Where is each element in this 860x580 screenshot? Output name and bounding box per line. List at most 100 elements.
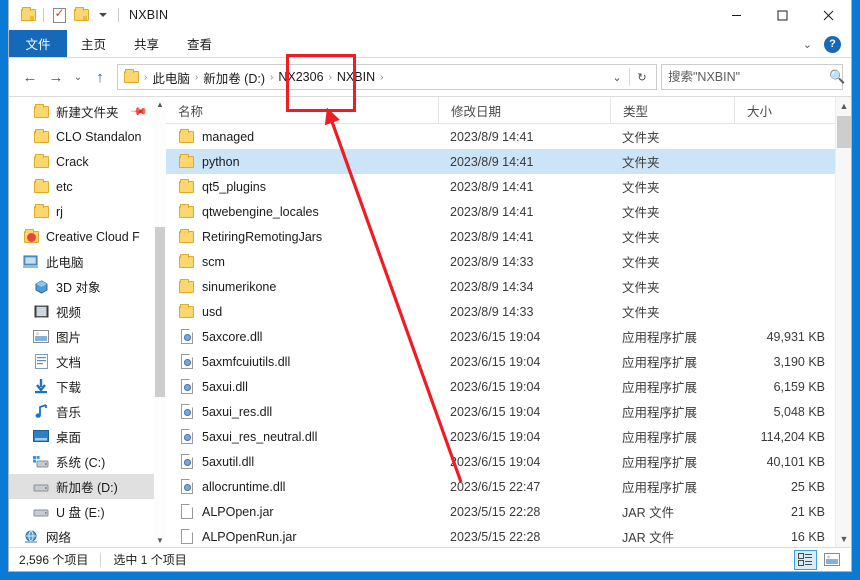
sidebar-item-[interactable]: 文档 (9, 349, 166, 374)
file-type-cell: JAR 文件 (622, 506, 675, 520)
file-name-label: ALPOpenRun.jar (202, 529, 297, 544)
maximize-button[interactable] (759, 0, 805, 30)
sidebar-item-rj[interactable]: rj (9, 199, 166, 224)
minimize-button[interactable] (713, 0, 759, 30)
file-row[interactable]: 5axui.dll 2023/6/15 19:04 应用程序扩展 6,159 KB (166, 374, 851, 399)
file-type-cell: 应用程序扩展 (622, 356, 698, 370)
sidebar-item-[interactable]: 新建文件夹 📌 (9, 99, 166, 124)
navigation-tree: 新建文件夹 📌 CLO Standalon Crack etc rj Creative Cl… (9, 97, 166, 547)
sidebar-item-[interactable]: 网络 (9, 524, 166, 547)
breadcrumb-nx2306[interactable]: NX2306 (275, 70, 326, 84)
sidebar-item-u-e[interactable]: U 盘 (E:) (9, 499, 166, 524)
search-icon[interactable]: 🔍 (829, 69, 845, 85)
back-button[interactable]: ← (17, 64, 43, 90)
sidebar-item-[interactable]: 音乐 (9, 399, 166, 424)
sidebar-item-[interactable]: 图片 (9, 324, 166, 349)
file-row[interactable]: qt5_plugins 2023/8/9 14:41 文件夹 (166, 174, 851, 199)
large-icons-view-button[interactable] (820, 550, 843, 570)
new-folder-icon[interactable] (70, 4, 92, 26)
help-icon[interactable]: ? (824, 35, 841, 53)
scroll-up-arrow-icon[interactable]: ▲ (836, 97, 851, 114)
customize-quick-access-caret-icon[interactable] (92, 4, 114, 26)
file-row[interactable]: 5axmfcuiutils.dll 2023/6/15 19:04 应用程序扩展 3,… (166, 349, 851, 374)
scroll-thumb[interactable] (155, 227, 165, 397)
properties-icon[interactable] (48, 4, 70, 26)
column-header-name[interactable]: 名称 (166, 97, 438, 124)
refresh-icon[interactable]: ↻ (630, 65, 654, 89)
file-row[interactable]: 5axcore.dll 2023/6/15 19:04 应用程序扩展 49,931 K… (166, 324, 851, 349)
this-pc-icon (21, 255, 41, 269)
breadcrumb-separator: › (194, 71, 199, 83)
up-button[interactable]: ↑ (87, 64, 113, 90)
address-history-chevron-down-icon[interactable]: ⌄ (605, 65, 629, 89)
details-view-button[interactable] (794, 549, 817, 570)
file-list-scrollbar[interactable]: ▲ ▼ (835, 97, 851, 547)
search-box[interactable]: 🔍 (661, 64, 845, 90)
file-row[interactable]: qtwebengine_locales 2023/8/9 14:41 文件夹 (166, 199, 851, 224)
column-header-type[interactable]: 类型 (610, 97, 734, 124)
folder-icon (178, 253, 195, 268)
file-row[interactable]: allocruntime.dll 2023/6/15 22:47 应用程序扩展 25 … (166, 474, 851, 499)
recent-locations-chevron-down-icon[interactable]: ⌄ (69, 64, 87, 90)
file-size-cell (734, 199, 839, 224)
breadcrumb-nxbin[interactable]: NXBIN (334, 70, 378, 84)
sidebar-item-c[interactable]: 系统 (C:) (9, 449, 166, 474)
file-date-cell: 2023/8/9 14:33 (450, 304, 534, 319)
sidebar-item-d[interactable]: 新加卷 (D:) (9, 474, 166, 499)
breadcrumb-this-pc[interactable]: 此电脑 (149, 68, 193, 87)
folder-icon (178, 153, 195, 168)
sidebar-item-label: 桌面 (56, 431, 82, 445)
ribbon-right-controls: ⌄ ? (797, 30, 847, 58)
navigation-scrollbar[interactable]: ▲ ▼ (154, 97, 166, 547)
file-row[interactable]: 5axui_res.dll 2023/6/15 19:04 应用程序扩展 5,048 … (166, 399, 851, 424)
file-row[interactable]: 5axutil.dll 2023/6/15 19:04 应用程序扩展 40,101 K… (166, 449, 851, 474)
close-button[interactable] (805, 0, 851, 30)
file-size-cell: 25 KB (790, 479, 825, 494)
explorer-system-menu-icon[interactable] (17, 4, 39, 26)
breadcrumb-drive-d[interactable]: 新加卷 (D:) (200, 68, 268, 87)
tab-file[interactable]: 文件 (9, 30, 67, 57)
divider (118, 8, 119, 22)
scroll-down-arrow-icon[interactable]: ▼ (154, 533, 166, 547)
music-icon (31, 404, 51, 419)
scroll-up-arrow-icon[interactable]: ▲ (154, 97, 166, 111)
column-header-size[interactable]: 大小 (734, 97, 839, 124)
file-row[interactable]: ALPOpen.jar 2023/5/15 22:28 JAR 文件 21 KB (166, 499, 851, 524)
breadcrumb-address-field[interactable]: › 此电脑 › 新加卷 (D:) › NX2306 › NXBIN › ⌄ ↻ (117, 64, 657, 90)
explorer-body: 新建文件夹 📌 CLO Standalon Crack etc rj Creative Cl… (9, 96, 851, 547)
file-row[interactable]: RetiringRemotingJars 2023/8/9 14:41 文件夹 (166, 224, 851, 249)
search-input[interactable] (668, 70, 829, 84)
forward-button[interactable]: → (43, 64, 69, 90)
tab-view[interactable]: 查看 (173, 30, 226, 57)
file-row[interactable]: scm 2023/8/9 14:33 文件夹 (166, 249, 851, 274)
file-name-cell: ALPOpenRun.jar (166, 524, 438, 547)
sidebar-item-[interactable]: 视频 (9, 299, 166, 324)
sidebar-item-creative-cloud-f[interactable]: Creative Cloud F (9, 224, 166, 249)
column-header-date[interactable]: 修改日期 (438, 97, 610, 124)
sidebar-item-[interactable]: 此电脑 (9, 249, 166, 274)
sidebar-item-[interactable]: 下载 (9, 374, 166, 399)
expand-ribbon-chevron-down-icon[interactable]: ⌄ (797, 38, 818, 51)
divider (100, 552, 102, 567)
file-row[interactable]: 5axui_res_neutral.dll 2023/6/15 19:04 应用程序… (166, 424, 851, 449)
sidebar-item-[interactable]: 桌面 (9, 424, 166, 449)
sidebar-item-3d[interactable]: 3D 对象 (9, 274, 166, 299)
tab-home[interactable]: 主页 (67, 30, 120, 57)
file-row[interactable]: python 2023/8/9 14:41 文件夹 (166, 149, 851, 174)
scroll-down-arrow-icon[interactable]: ▼ (836, 530, 851, 547)
file-row[interactable]: ALPOpenRun.jar 2023/5/15 22:28 JAR 文件 16 KB (166, 524, 851, 547)
file-row[interactable]: managed 2023/8/9 14:41 文件夹 (166, 124, 851, 149)
file-name-cell: 5axui_res_neutral.dll (166, 424, 438, 449)
scroll-thumb[interactable] (837, 116, 851, 148)
file-name-cell: 5axui_res.dll (166, 399, 438, 424)
pin-icon[interactable]: 📌 (130, 102, 149, 121)
sidebar-item-crack[interactable]: Crack (9, 149, 166, 174)
file-row[interactable]: sinumerikone 2023/8/9 14:34 文件夹 (166, 274, 851, 299)
file-type-cell: 文件夹 (622, 181, 660, 195)
tab-share[interactable]: 共享 (120, 30, 173, 57)
sidebar-item-clo-standalon[interactable]: CLO Standalon (9, 124, 166, 149)
file-date-cell: 2023/5/15 22:28 (450, 504, 541, 519)
sidebar-item-etc[interactable]: etc (9, 174, 166, 199)
file-row[interactable]: usd 2023/8/9 14:33 文件夹 (166, 299, 851, 324)
address-folder-icon (124, 69, 139, 83)
